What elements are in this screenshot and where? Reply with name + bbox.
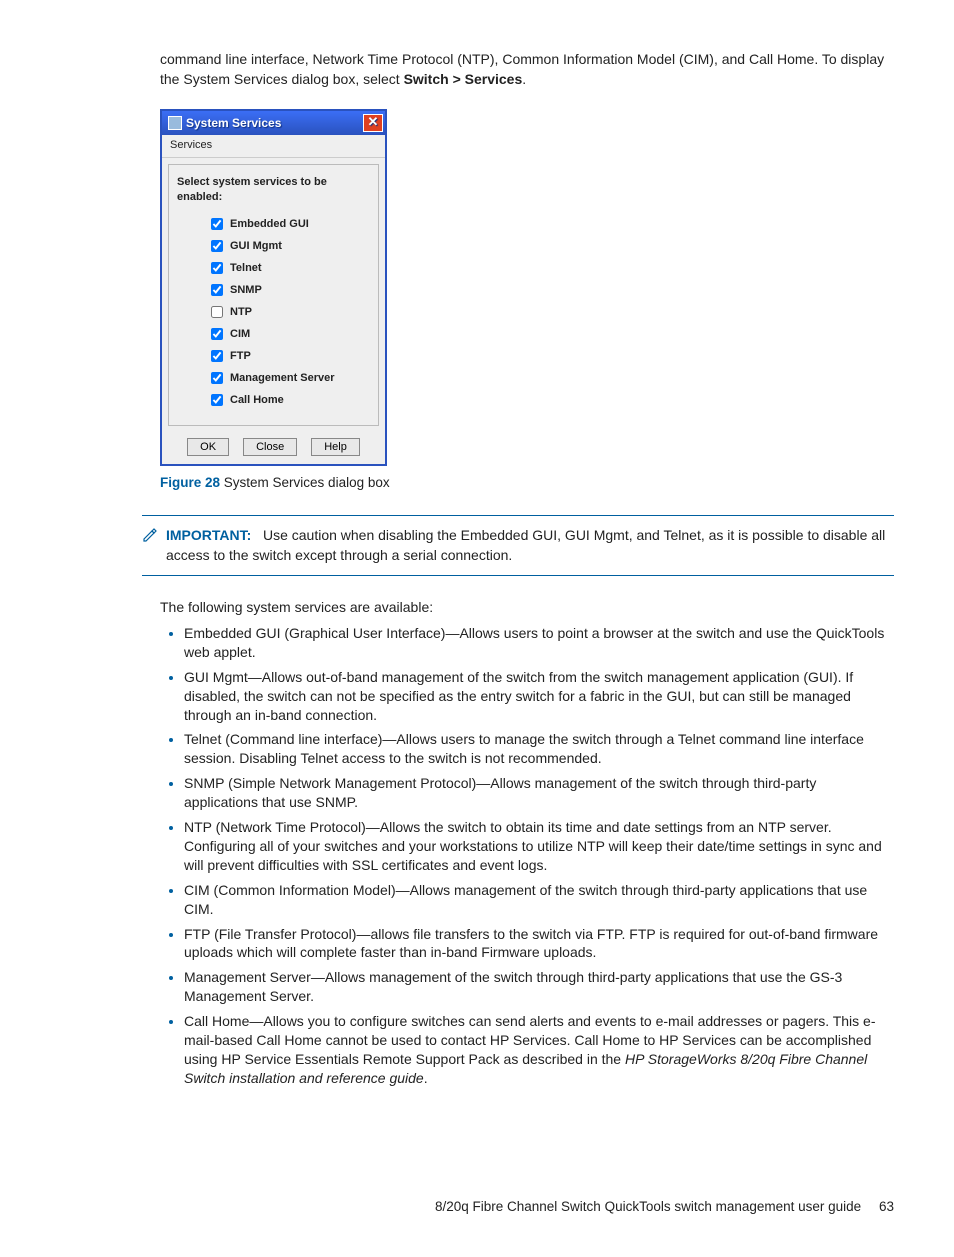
available-intro: The following system services are availa…: [160, 598, 894, 618]
intro-paragraph: command line interface, Network Time Pro…: [160, 50, 894, 89]
figure-caption: Figure 28 System Services dialog box: [160, 474, 894, 493]
services-list: Embedded GUI (Graphical User Interface)—…: [164, 624, 894, 1088]
service-row-call-home: Call Home: [207, 391, 370, 409]
label-ftp: FTP: [230, 349, 251, 364]
close-icon[interactable]: ✕: [363, 114, 383, 132]
label-embedded-gui: Embedded GUI: [230, 217, 309, 232]
dialog-button-row: OK Close Help: [162, 432, 385, 464]
label-mgmt-server: Management Server: [230, 371, 335, 386]
footer-text: 8/20q Fibre Channel Switch QuickTools sw…: [435, 1199, 861, 1214]
important-note: IMPORTANT: Use caution when disabling th…: [142, 515, 894, 576]
label-snmp: SNMP: [230, 283, 262, 298]
close-button[interactable]: Close: [243, 438, 297, 456]
app-icon: [168, 116, 182, 130]
list-item: NTP (Network Time Protocol)—Allows the s…: [184, 818, 894, 875]
important-label: IMPORTANT:: [166, 527, 251, 543]
important-text-block: IMPORTANT: Use caution when disabling th…: [166, 526, 894, 565]
intro-period: .: [522, 71, 526, 87]
list-item: Embedded GUI (Graphical User Interface)—…: [184, 624, 894, 662]
label-gui-mgmt: GUI Mgmt: [230, 239, 282, 254]
dialog-title: System Services: [186, 115, 281, 132]
checkbox-snmp[interactable]: [211, 284, 223, 296]
list-item: Telnet (Command line interface)—Allows u…: [184, 730, 894, 768]
service-row-snmp: SNMP: [207, 281, 370, 299]
checkbox-cim[interactable]: [211, 328, 223, 340]
service-row-cim: CIM: [207, 325, 370, 343]
label-telnet: Telnet: [230, 261, 262, 276]
ok-button[interactable]: OK: [187, 438, 229, 456]
page-footer: 8/20q Fibre Channel Switch QuickTools sw…: [160, 1198, 894, 1217]
dialog-menubar[interactable]: Services: [162, 135, 385, 157]
checkbox-call-home[interactable]: [211, 394, 223, 406]
list-item: FTP (File Transfer Protocol)—allows file…: [184, 925, 894, 963]
list-item: GUI Mgmt—Allows out-of-band management o…: [184, 668, 894, 725]
list-item-call-home: Call Home—Allows you to configure switch…: [184, 1012, 894, 1088]
important-text: Use caution when disabling the Embedded …: [166, 527, 885, 563]
page-number: 63: [879, 1199, 894, 1214]
checkbox-telnet[interactable]: [211, 262, 223, 274]
service-row-mgmt-server: Management Server: [207, 369, 370, 387]
menu-services[interactable]: Services: [170, 139, 212, 151]
figure-text: System Services dialog box: [220, 475, 390, 490]
label-ntp: NTP: [230, 305, 252, 320]
service-row-ntp: NTP: [207, 303, 370, 321]
service-row-ftp: FTP: [207, 347, 370, 365]
help-button[interactable]: Help: [311, 438, 360, 456]
checkbox-ntp[interactable]: [211, 306, 223, 318]
services-panel: Select system services to be enabled: Em…: [168, 164, 379, 427]
label-call-home: Call Home: [230, 393, 284, 408]
checkbox-embedded-gui[interactable]: [211, 218, 223, 230]
service-row-telnet: Telnet: [207, 259, 370, 277]
list-item: Management Server—Allows management of t…: [184, 968, 894, 1006]
panel-heading: Select system services to be enabled:: [177, 175, 370, 206]
list-item: CIM (Common Information Model)—Allows ma…: [184, 881, 894, 919]
service-row-embedded-gui: Embedded GUI: [207, 215, 370, 233]
intro-bold: Switch > Services: [404, 71, 523, 87]
checkbox-mgmt-server[interactable]: [211, 372, 223, 384]
callhome-post: .: [424, 1070, 428, 1086]
figure-label: Figure 28: [160, 475, 220, 490]
system-services-dialog: System Services ✕ Services Select system…: [160, 109, 387, 466]
service-row-gui-mgmt: GUI Mgmt: [207, 237, 370, 255]
list-item: SNMP (Simple Network Management Protocol…: [184, 774, 894, 812]
label-cim: CIM: [230, 327, 250, 342]
note-pencil-icon: [142, 527, 158, 543]
dialog-titlebar: System Services ✕: [162, 111, 385, 135]
checkbox-gui-mgmt[interactable]: [211, 240, 223, 252]
checkbox-ftp[interactable]: [211, 350, 223, 362]
